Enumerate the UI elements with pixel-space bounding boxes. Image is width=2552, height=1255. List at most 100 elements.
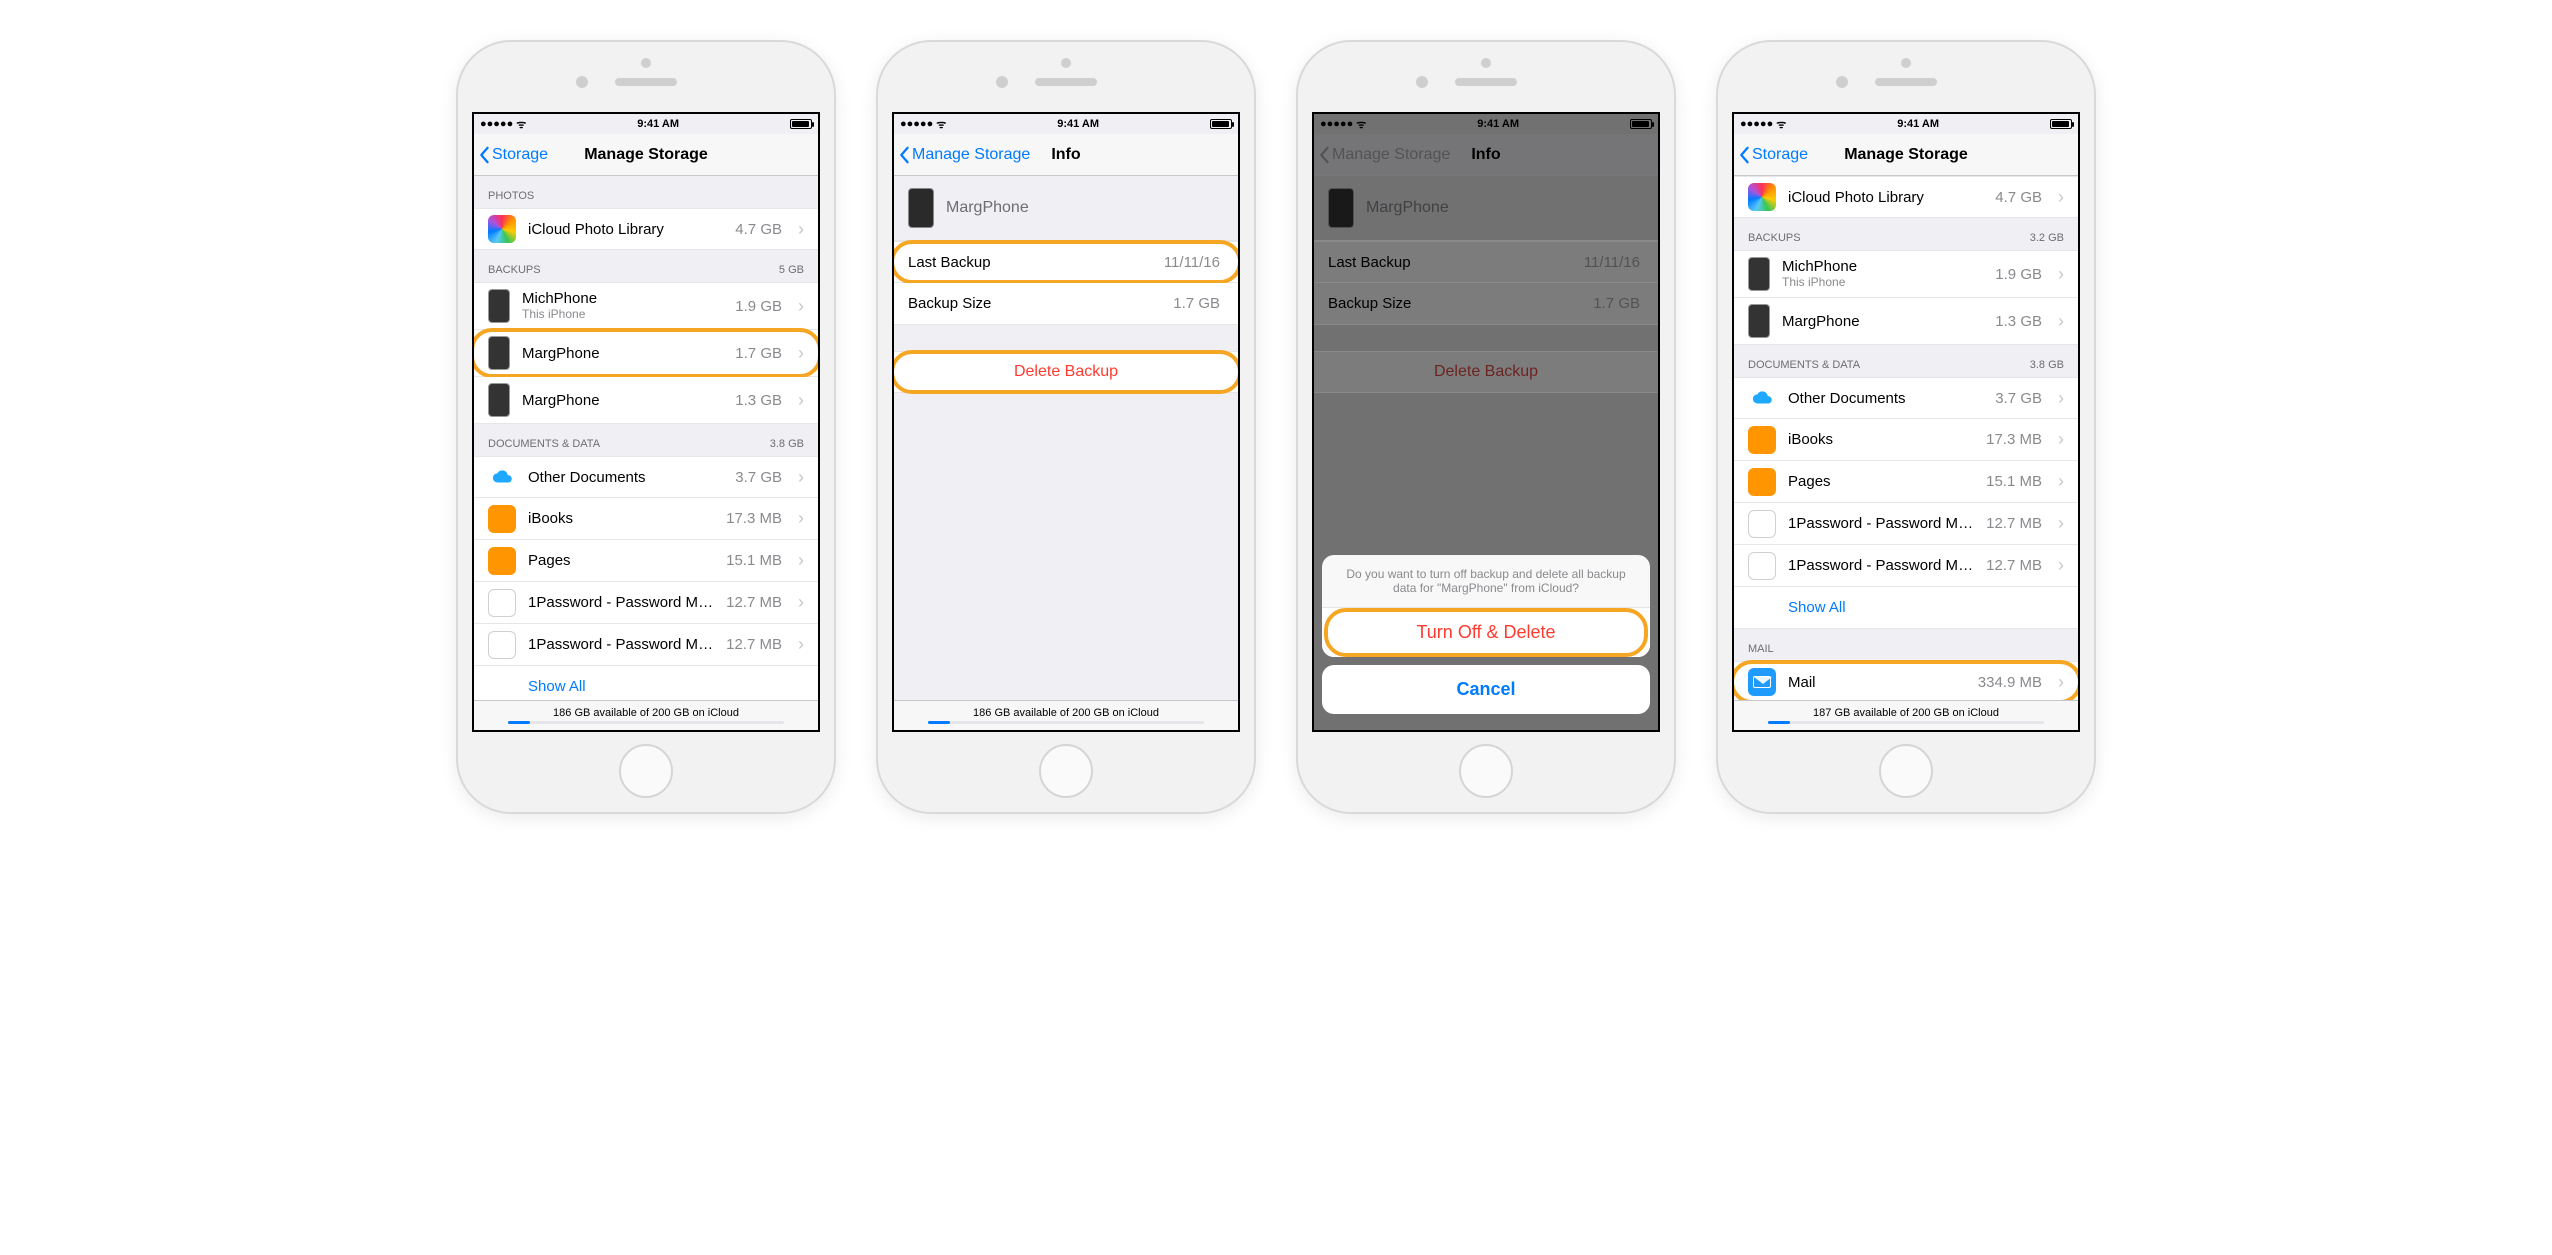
nav-title: Manage Storage	[584, 146, 708, 164]
home-button[interactable]	[619, 744, 673, 798]
storage-footer: 186 GB available of 200 GB on iCloud	[894, 700, 1238, 730]
row-doc-other[interactable]: Other Documents 3.7 GB ›	[474, 456, 818, 498]
content: iCloud Photo Library 4.7 GB › BACKUPS3.2…	[1734, 176, 2078, 700]
nav-title: Manage Storage	[1844, 146, 1968, 164]
row-doc-other[interactable]: Other Documents 3.7 GB ›	[1734, 377, 2078, 419]
row-backup-size: Backup Size 1.7 GB	[894, 283, 1238, 325]
row-doc-ibooks[interactable]: iBooks 17.3 MB ›	[1734, 419, 2078, 461]
storage-footer: 186 GB available of 200 GB on iCloud	[474, 700, 818, 730]
action-sheet: Do you want to turn off backup and delet…	[1322, 555, 1650, 722]
nav-bar: Storage Manage Storage	[1734, 134, 2078, 176]
section-header-mail: MAIL	[1734, 629, 2078, 661]
chevron-right-icon: ›	[798, 550, 804, 571]
chevron-right-icon: ›	[2058, 187, 2064, 208]
chevron-right-icon: ›	[2058, 264, 2064, 285]
chevron-right-icon: ›	[2058, 429, 2064, 450]
status-time: 9:41 AM	[637, 118, 679, 130]
row-backup-margphone-2[interactable]: MargPhone 1.3 GB ›	[474, 377, 818, 424]
onepassword-icon	[1748, 552, 1776, 580]
row-doc-1pw-a[interactable]: 1Password - Password Manager an... 12.7 …	[1734, 503, 2078, 545]
device-icon	[1748, 257, 1770, 291]
section-header-docs: DOCUMENTS & DATA3.8 GB	[1734, 345, 2078, 377]
chevron-right-icon: ›	[798, 343, 804, 364]
mail-icon	[1748, 668, 1776, 696]
back-button[interactable]: Storage	[1734, 146, 1808, 164]
row-doc-pages[interactable]: Pages 15.1 MB ›	[1734, 461, 2078, 503]
chevron-right-icon: ›	[798, 508, 804, 529]
chevron-right-icon: ›	[2058, 672, 2064, 693]
device-icon	[1748, 304, 1770, 338]
delete-backup-button[interactable]: Delete Backup	[894, 351, 1238, 393]
screen-manage-storage-after: ●●●●●ᯤ 9:41 AM Storage Manage Storage iC…	[1732, 112, 2080, 732]
chevron-right-icon: ›	[2058, 311, 2064, 332]
home-button[interactable]	[1459, 744, 1513, 798]
wifi-icon: ᯤ	[516, 117, 526, 132]
row-mail[interactable]: Mail 334.9 MB ›	[1734, 661, 2078, 700]
chevron-right-icon: ›	[2058, 555, 2064, 576]
nav-bar: Storage Manage Storage	[474, 134, 818, 176]
status-time: 9:41 AM	[1057, 118, 1099, 130]
row-backup-michphone[interactable]: MichPhone This iPhone 1.9 GB ›	[1734, 250, 2078, 298]
row-doc-pages[interactable]: Pages 15.1 MB ›	[474, 540, 818, 582]
onepassword-icon	[488, 589, 516, 617]
onepassword-icon	[488, 631, 516, 659]
home-button[interactable]	[1879, 744, 1933, 798]
phone-4: ●●●●●ᯤ 9:41 AM Storage Manage Storage iC…	[1716, 40, 2096, 814]
device-icon	[488, 383, 510, 417]
back-button[interactable]: Storage	[474, 146, 548, 164]
row-icloud-photo-library[interactable]: iCloud Photo Library 4.7 GB ›	[1734, 176, 2078, 218]
row-doc-1pw-b[interactable]: 1Password - Password Manager an... 12.7 …	[1734, 545, 2078, 587]
back-button[interactable]: Manage Storage	[894, 146, 1030, 164]
section-header-docs: DOCUMENTS & DATA3.8 GB	[474, 424, 818, 456]
row-doc-1pw-a[interactable]: 1Password - Password Manager an... 12.7 …	[474, 582, 818, 624]
chevron-right-icon: ›	[798, 296, 804, 317]
chevron-right-icon: ›	[798, 390, 804, 411]
chevron-right-icon: ›	[2058, 513, 2064, 534]
cloud-icon	[1748, 384, 1776, 412]
status-time: 9:41 AM	[1897, 118, 1939, 130]
section-header-backups: BACKUPS3.2 GB	[1734, 218, 2078, 250]
status-bar: ●●●●●ᯤ 9:41 AM	[1734, 114, 2078, 134]
pages-icon	[1748, 468, 1776, 496]
status-bar: ●●●●●ᯤ 9:41 AM	[474, 114, 818, 134]
row-last-backup: Last Backup 11/11/16	[894, 241, 1238, 283]
chevron-right-icon: ›	[798, 219, 804, 240]
nav-title: Info	[1051, 146, 1080, 164]
screen-backup-info: ●●●●●ᯤ 9:41 AM Manage Storage Info MargP…	[892, 112, 1240, 732]
show-all-button[interactable]: Show All	[474, 666, 818, 700]
section-header-photos: PHOTOS	[474, 176, 818, 208]
wifi-icon: ᯤ	[936, 117, 946, 132]
chevron-right-icon: ›	[798, 592, 804, 613]
turn-off-delete-button[interactable]: Turn Off & Delete	[1322, 608, 1650, 657]
row-backup-michphone[interactable]: MichPhone This iPhone 1.9 GB ›	[474, 282, 818, 330]
chevron-left-icon	[478, 146, 490, 164]
phone-3: ●●●●●ᯤ 9:41 AM Manage Storage Info MargP…	[1296, 40, 1676, 814]
chevron-right-icon: ›	[798, 634, 804, 655]
row-backup-margphone[interactable]: MargPhone 1.3 GB ›	[1734, 298, 2078, 345]
battery-icon	[790, 119, 812, 129]
chevron-right-icon: ›	[2058, 471, 2064, 492]
device-icon	[488, 336, 510, 370]
cloud-icon	[488, 463, 516, 491]
photos-icon	[488, 215, 516, 243]
storage-footer: 187 GB available of 200 GB on iCloud	[1734, 700, 2078, 730]
show-all-button[interactable]: Show All	[1734, 587, 2078, 629]
cancel-button[interactable]: Cancel	[1322, 665, 1650, 714]
row-icloud-photo-library[interactable]: iCloud Photo Library 4.7 GB ›	[474, 208, 818, 250]
screen-delete-confirm: ●●●●●ᯤ 9:41 AM Manage Storage Info MargP…	[1312, 112, 1660, 732]
row-doc-ibooks[interactable]: iBooks 17.3 MB ›	[474, 498, 818, 540]
battery-icon	[1210, 119, 1232, 129]
ibooks-icon	[1748, 426, 1776, 454]
content: MargPhone Last Backup 11/11/16 Backup Si…	[894, 176, 1238, 700]
sheet-message: Do you want to turn off backup and delet…	[1322, 555, 1650, 608]
home-button[interactable]	[1039, 744, 1093, 798]
content: PHOTOS iCloud Photo Library 4.7 GB › BAC…	[474, 176, 818, 700]
battery-icon	[2050, 119, 2072, 129]
row-doc-1pw-b[interactable]: 1Password - Password Manager an... 12.7 …	[474, 624, 818, 666]
chevron-right-icon: ›	[798, 467, 804, 488]
screen-manage-storage: ●●●●●ᯤ 9:41 AM Storage Manage Storage PH…	[472, 112, 820, 732]
chevron-right-icon: ›	[2058, 388, 2064, 409]
phone-2: ●●●●●ᯤ 9:41 AM Manage Storage Info MargP…	[876, 40, 1256, 814]
row-backup-margphone-1[interactable]: MargPhone 1.7 GB ›	[474, 330, 818, 377]
device-icon	[488, 289, 510, 323]
